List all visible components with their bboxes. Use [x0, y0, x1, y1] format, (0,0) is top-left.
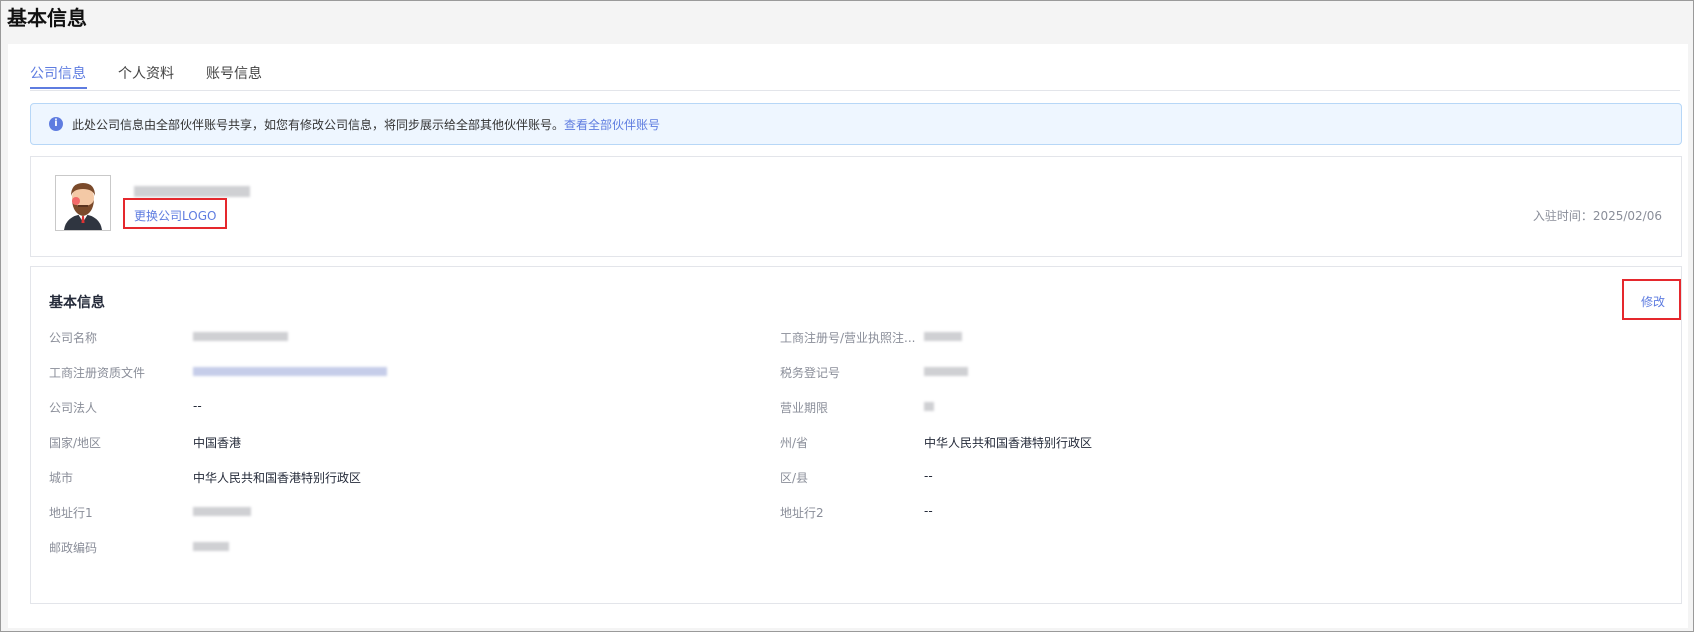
- notice-message: 此处公司信息由全部伙伴账号共享，如您有修改公司信息，将同步展示给全部其他伙伴账号…: [72, 116, 660, 133]
- address-line2-label: 地址行2: [780, 504, 824, 521]
- business-term-label: 营业期限: [780, 399, 828, 416]
- info-icon: i: [49, 117, 63, 131]
- section-title: 基本信息: [49, 292, 105, 312]
- postal-code-value-redacted: [193, 542, 229, 551]
- reg-no-value-redacted: [924, 332, 962, 341]
- company-name-value-redacted: [193, 332, 288, 341]
- tax-no-label: 税务登记号: [780, 364, 840, 381]
- company-logo-avatar: [55, 175, 111, 231]
- city-label: 城市: [49, 469, 73, 486]
- content-card: 公司信息 个人资料 账号信息 i 此处公司信息由全部伙伴账号共享，如您有修改公司…: [8, 44, 1688, 628]
- active-tab-indicator: [30, 87, 87, 89]
- tab-personal-profile[interactable]: 个人资料: [118, 63, 174, 83]
- postal-code-label: 邮政编码: [49, 539, 97, 556]
- address-line2-value: --: [924, 504, 933, 518]
- business-term-value-redacted: [924, 402, 934, 411]
- page-title: 基本信息: [7, 2, 87, 31]
- change-company-logo-button[interactable]: 更换公司LOGO: [123, 198, 227, 229]
- state-label: 州/省: [780, 434, 808, 451]
- legal-person-value: --: [193, 399, 202, 413]
- tax-no-value-redacted: [924, 367, 968, 376]
- basic-info-panel: 基本信息 修改 公司名称 工商注册号/营业执照注... 工商注册资质文件 税务登…: [30, 266, 1682, 604]
- notice-banner: i 此处公司信息由全部伙伴账号共享，如您有修改公司信息，将同步展示给全部其他伙伴…: [30, 103, 1682, 145]
- country-label: 国家/地区: [49, 434, 101, 451]
- company-name-redacted: [134, 186, 250, 197]
- reg-file-link-redacted[interactable]: [193, 367, 387, 376]
- tab-bar: 公司信息 个人资料 账号信息: [30, 44, 1680, 91]
- notice-text: 此处公司信息由全部伙伴账号共享，如您有修改公司信息，将同步展示给全部其他伙伴账号…: [72, 118, 564, 132]
- reg-no-label: 工商注册号/营业执照注...: [780, 329, 916, 346]
- country-value: 中国香港: [193, 434, 241, 451]
- state-value: 中华人民共和国香港特别行政区: [924, 434, 1092, 451]
- legal-person-label: 公司法人: [49, 399, 97, 416]
- company-profile-panel: 更换公司LOGO 入驻时间：2025/02/06: [30, 156, 1682, 257]
- change-logo-label: 更换公司LOGO: [134, 207, 216, 224]
- address-line1-value-redacted: [193, 507, 251, 516]
- address-line1-label: 地址行1: [49, 504, 93, 521]
- join-time: 入驻时间：2025/02/06: [1533, 207, 1662, 224]
- view-all-partner-accounts-link[interactable]: 查看全部伙伴账号: [564, 118, 660, 132]
- reg-file-label: 工商注册资质文件: [49, 364, 145, 381]
- city-value: 中华人民共和国香港特别行政区: [193, 469, 361, 486]
- tab-company-info[interactable]: 公司信息: [30, 63, 86, 83]
- district-label: 区/县: [780, 469, 808, 486]
- district-value: --: [924, 469, 933, 483]
- tab-account-info[interactable]: 账号信息: [206, 63, 262, 83]
- edit-button[interactable]: 修改: [1622, 279, 1681, 320]
- company-name-label: 公司名称: [49, 329, 97, 346]
- edit-label: 修改: [1641, 293, 1665, 310]
